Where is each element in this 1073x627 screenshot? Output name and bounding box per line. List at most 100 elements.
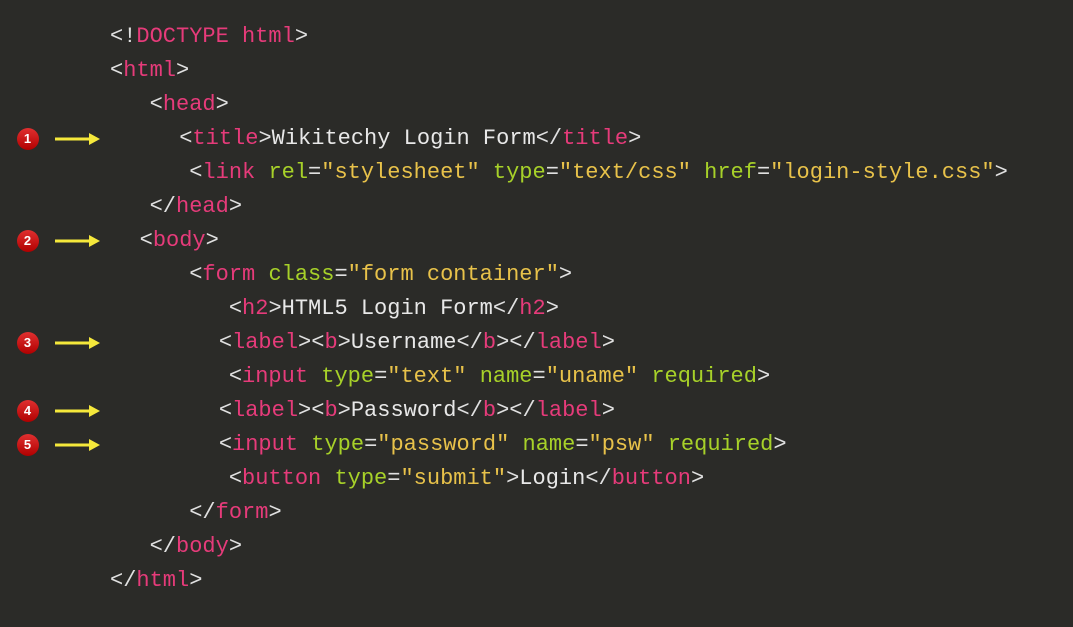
token-punct: > (506, 466, 519, 491)
code-content: </body> (100, 530, 1073, 564)
token-punct: < (140, 228, 153, 253)
token-text: Login (519, 466, 585, 491)
token-tag: link (202, 160, 255, 185)
token-punct: < (219, 432, 232, 457)
token-tag: h2 (242, 296, 268, 321)
annotation-gutter: 3 (0, 332, 55, 354)
token-punct: > (268, 296, 281, 321)
code-content: <link rel="stylesheet" type="text/css" h… (100, 156, 1073, 190)
token-str: "text" (387, 364, 466, 389)
token-punct: > (691, 466, 704, 491)
annotation-gutter: 2 (0, 230, 55, 252)
token-punct (509, 432, 522, 457)
token-punct: > (559, 262, 572, 287)
token-punct: < (219, 330, 232, 355)
token-str: "stylesheet" (321, 160, 479, 185)
token-tag: input (242, 364, 308, 389)
annotation-badge: 1 (17, 128, 39, 150)
token-tag: label (232, 330, 298, 355)
code-content: <title>Wikitechy Login Form</title> (100, 122, 1073, 156)
token-text: HTML5 Login Form (282, 296, 493, 321)
token-text: Wikitechy Login Form (272, 126, 536, 151)
token-tag: input (232, 432, 298, 457)
token-str: "text/css" (559, 160, 691, 185)
token-tag: h2 (519, 296, 545, 321)
token-punct: > (206, 228, 219, 253)
token-punct (321, 466, 334, 491)
annotation-gutter: 1 (0, 128, 55, 150)
code-content: <button type="submit">Login</button> (100, 462, 1073, 496)
token-tag: title (562, 126, 628, 151)
token-punct (255, 160, 268, 185)
token-attr: required (651, 364, 757, 389)
token-punct: = (374, 364, 387, 389)
token-punct: < (311, 398, 324, 423)
arrow-icon (55, 234, 100, 248)
token-punct: < (189, 262, 202, 287)
token-tag: b (483, 330, 496, 355)
token-attr: rel (268, 160, 308, 185)
token-punct: = (575, 432, 588, 457)
code-content: <h2>HTML5 Login Form</h2> (100, 292, 1073, 326)
token-punct: > (496, 330, 509, 355)
token-punct: > (189, 568, 202, 593)
token-punct: </ (536, 126, 562, 151)
arrow-icon (55, 438, 100, 452)
code-line: 5 <input type="password" name="psw" requ… (0, 428, 1073, 462)
code-line: 2 <body> (0, 224, 1073, 258)
token-punct: </ (456, 330, 482, 355)
token-punct (308, 364, 321, 389)
code-content: <!DOCTYPE html> (100, 20, 1073, 54)
token-punct: = (757, 160, 770, 185)
token-punct: > (602, 398, 615, 423)
token-punct: </ (150, 534, 176, 559)
token-tag: b (324, 330, 337, 355)
token-punct: > (295, 24, 308, 49)
token-punct: </ (509, 330, 535, 355)
token-punct: > (229, 194, 242, 219)
annotation-badge: 3 (17, 332, 39, 354)
code-content: </form> (100, 496, 1073, 530)
token-punct (655, 432, 668, 457)
token-punct: < (219, 398, 232, 423)
token-punct: > (176, 58, 189, 83)
token-punct: < (110, 58, 123, 83)
token-punct: </ (509, 398, 535, 423)
code-line: 4 <label><b>Password</b></label> (0, 394, 1073, 428)
token-punct: > (773, 432, 786, 457)
token-punct: < (311, 330, 324, 355)
token-punct: > (298, 398, 311, 423)
token-punct: > (546, 296, 559, 321)
token-punct: <! (110, 24, 136, 49)
token-punct: > (338, 398, 351, 423)
code-line: <link rel="stylesheet" type="text/css" h… (0, 156, 1073, 190)
token-punct (466, 364, 479, 389)
code-content: <label><b>Password</b></label> (100, 394, 1073, 428)
token-punct: > (216, 92, 229, 117)
token-text: Username (351, 330, 457, 355)
token-punct: < (229, 364, 242, 389)
token-punct: = (546, 160, 559, 185)
code-content: </head> (100, 190, 1073, 224)
code-content: <body> (100, 224, 1073, 258)
token-punct: < (179, 126, 192, 151)
token-punct: > (602, 330, 615, 355)
token-tag: title (192, 126, 258, 151)
code-content: <html> (100, 54, 1073, 88)
annotation-badge: 2 (17, 230, 39, 252)
token-punct: > (338, 330, 351, 355)
arrow-icon (55, 336, 100, 350)
code-line: 3 <label><b>Username</b></label> (0, 326, 1073, 360)
token-punct: > (258, 126, 271, 151)
code-line: <h2>HTML5 Login Form</h2> (0, 292, 1073, 326)
token-tag: body (176, 534, 229, 559)
token-tag: button (242, 466, 321, 491)
code-line: <input type="text" name="uname" required… (0, 360, 1073, 394)
code-line: <button type="submit">Login</button> (0, 462, 1073, 496)
token-punct: > (628, 126, 641, 151)
token-tag: head (163, 92, 216, 117)
token-punct: > (268, 500, 281, 525)
token-attr: type (493, 160, 546, 185)
code-line: </body> (0, 530, 1073, 564)
code-content: <form class="form container"> (100, 258, 1073, 292)
